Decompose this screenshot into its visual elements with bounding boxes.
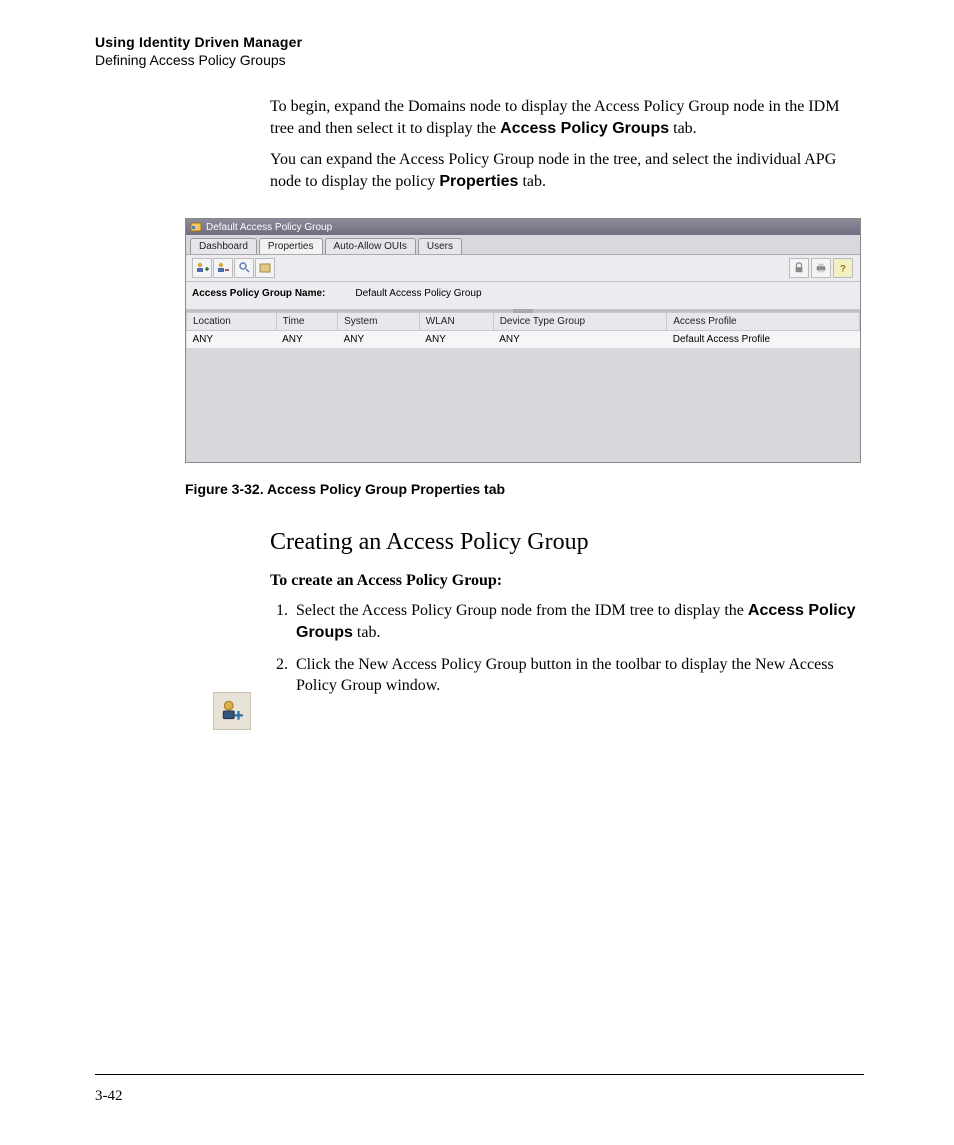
figure-screenshot: Default Access Policy Group Dashboard Pr… bbox=[185, 218, 864, 463]
window-title: Default Access Policy Group bbox=[206, 222, 332, 233]
toolbar-button-4[interactable] bbox=[255, 258, 275, 278]
cell-access-profile: Default Access Profile bbox=[667, 331, 860, 349]
list-item: Click the New Access Policy Group button… bbox=[292, 654, 864, 697]
tab-strip: Dashboard Properties Auto-Allow OUIs Use… bbox=[186, 235, 860, 255]
para2-text-a: You can expand the Access Policy Group n… bbox=[270, 151, 836, 190]
tab-properties[interactable]: Properties bbox=[259, 238, 323, 254]
cell-device-type: ANY bbox=[493, 331, 667, 349]
splitter-handle-icon bbox=[513, 309, 533, 313]
window-titlebar: Default Access Policy Group bbox=[186, 219, 860, 235]
para2-text-b: tab. bbox=[518, 173, 546, 190]
col-system[interactable]: System bbox=[338, 313, 420, 331]
apg-name-value: Default Access Policy Group bbox=[355, 288, 481, 299]
name-row: Access Policy Group Name: Default Access… bbox=[186, 282, 860, 310]
section-heading: Creating an Access Policy Group bbox=[270, 529, 864, 556]
list-item: Select the Access Policy Group node from… bbox=[292, 600, 864, 643]
figure-caption: Figure 3-32. Access Policy Group Propert… bbox=[185, 481, 864, 497]
new-apg-icon bbox=[213, 692, 251, 730]
cell-system: ANY bbox=[338, 331, 420, 349]
col-time[interactable]: Time bbox=[276, 313, 337, 331]
intro-para-2: You can expand the Access Policy Group n… bbox=[270, 149, 864, 192]
lock-icon[interactable] bbox=[789, 258, 809, 278]
toolbar-button-3[interactable] bbox=[234, 258, 254, 278]
step1-a: Select the Access Policy Group node from… bbox=[296, 602, 748, 619]
table-header-row: Location Time System WLAN Device Type Gr… bbox=[187, 313, 860, 331]
col-device-type-group[interactable]: Device Type Group bbox=[493, 313, 667, 331]
table-row[interactable]: ANY ANY ANY ANY ANY Default Access Profi… bbox=[187, 331, 860, 349]
col-location[interactable]: Location bbox=[187, 313, 277, 331]
para1-text-b: tab. bbox=[669, 120, 697, 137]
print-icon[interactable] bbox=[811, 258, 831, 278]
tab-users[interactable]: Users bbox=[418, 238, 462, 254]
toolbar: ? bbox=[186, 255, 860, 282]
apg-name-label: Access Policy Group Name: bbox=[192, 288, 325, 299]
footer-rule bbox=[95, 1074, 864, 1075]
col-wlan[interactable]: WLAN bbox=[419, 313, 493, 331]
help-icon[interactable]: ? bbox=[833, 258, 853, 278]
para2-bold: Properties bbox=[439, 173, 518, 190]
step-list: Select the Access Policy Group node from… bbox=[270, 600, 864, 696]
new-apg-button[interactable] bbox=[192, 258, 212, 278]
window-icon bbox=[190, 221, 202, 233]
toolbar-button-2[interactable] bbox=[213, 258, 233, 278]
page-number: 3-42 bbox=[95, 1088, 123, 1105]
para1-bold: Access Policy Groups bbox=[500, 120, 669, 137]
policy-table: Location Time System WLAN Device Type Gr… bbox=[186, 312, 860, 349]
tab-dashboard[interactable]: Dashboard bbox=[190, 238, 257, 254]
tab-auto-allow-ouis[interactable]: Auto-Allow OUIs bbox=[325, 238, 416, 254]
splitter[interactable] bbox=[186, 310, 860, 312]
cell-location: ANY bbox=[187, 331, 277, 349]
step1-b: tab. bbox=[353, 624, 381, 641]
cell-time: ANY bbox=[276, 331, 337, 349]
col-access-profile[interactable]: Access Profile bbox=[667, 313, 860, 331]
section-title: Defining Access Policy Groups bbox=[95, 52, 864, 68]
step2-text: Click the New Access Policy Group button… bbox=[296, 656, 834, 695]
procedure-intro: To create an Access Policy Group: bbox=[270, 572, 864, 590]
intro-para-1: To begin, expand the Domains node to dis… bbox=[270, 96, 864, 139]
running-header: Using Identity Driven Manager Defining A… bbox=[95, 34, 864, 68]
app-window: Default Access Policy Group Dashboard Pr… bbox=[185, 218, 861, 463]
cell-wlan: ANY bbox=[419, 331, 493, 349]
svg-text:?: ? bbox=[840, 263, 846, 274]
chapter-title: Using Identity Driven Manager bbox=[95, 34, 864, 50]
